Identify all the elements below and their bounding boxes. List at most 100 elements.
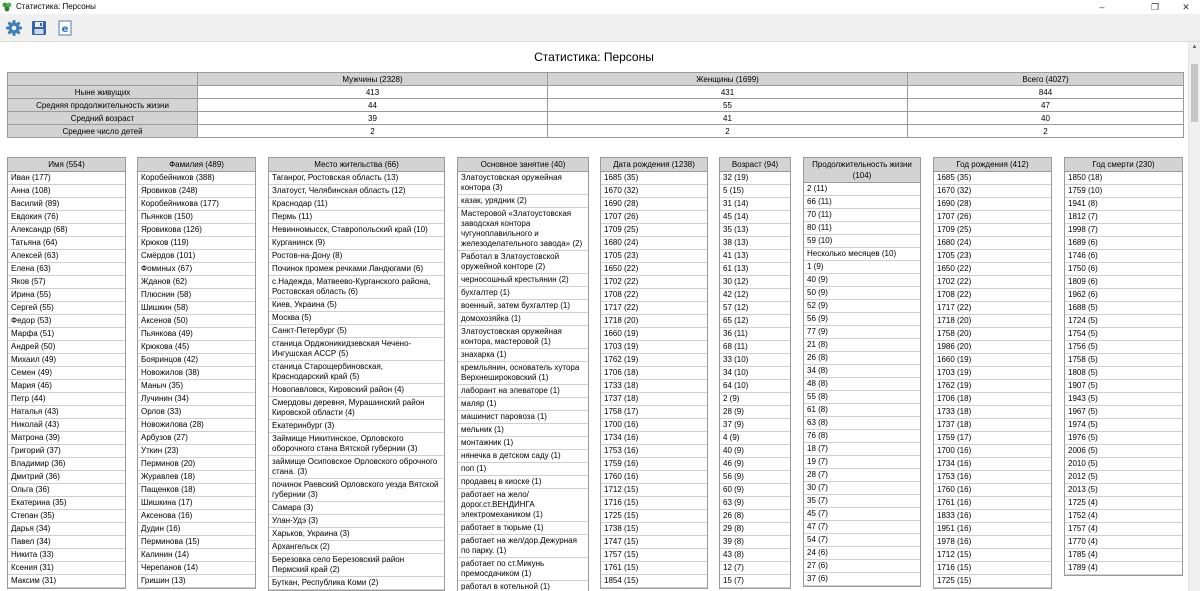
list-item-text: Работал в Златоустовской оружейной конто… [461,252,560,271]
list-item: 57 (12) [720,302,790,315]
list-item: Никита (33) [8,549,125,562]
list-item-text: Яровиков (248) [141,186,198,195]
close-button[interactable]: ✕ [1172,0,1200,14]
birth-year-column: Год рождения (412) 1685 (35) 1670 (32) 1690… [933,157,1052,589]
minimize-button[interactable]: – [1088,0,1116,14]
list-item: 24 (6) [804,547,920,560]
list-item-text: Максим (31) [11,576,57,585]
list-item: Аксенов (50) [138,315,255,328]
title-bar: Статистика: Персоны – ❐ ✕ [0,0,1200,14]
list-item: Мария (46) [8,380,125,393]
summary-cell: 39 [197,111,548,125]
list-item: Алексей (63) [8,250,125,263]
summary-header-row: Мужчины (2328) Женщины (1699) Всего (402… [7,72,1184,86]
list-item-text: Аксенова (16) [141,511,193,520]
list-item-text: работает в тюрьме (1) [461,523,544,532]
list-item: 1650 (22) [601,263,707,276]
list-item: нянечка в детском саду (1) [458,450,588,463]
list-item-text: 4 (9) [723,433,740,442]
list-item: Улан-Удэ (3) [269,515,444,528]
list-item-text: 1750 (6) [1068,264,1098,273]
open-in-browser-button[interactable]: e [56,19,74,37]
list-item: Коробейников (388) [138,172,255,185]
list-item-text: 66 (11) [807,197,832,206]
list-item-text: Екатеринбург (3) [272,421,335,430]
list-item: 1762 (19) [934,380,1051,393]
list-item: 28 (9) [720,406,790,419]
list-item-text: 1759 (16) [604,459,639,468]
list-item: 45 (14) [720,211,790,224]
list-item-text: 1976 (5) [1068,433,1098,442]
list-item: Михаил (49) [8,354,125,367]
list-item: кремльянин, основатель хутора Верхнеширо… [458,362,588,385]
list-item: 1702 (22) [601,276,707,289]
list-item: продавец в киоске (1) [458,476,588,489]
list-item: 63 (9) [720,497,790,510]
list-item-text: 1670 (32) [604,186,639,195]
list-item: Яков (57) [8,276,125,289]
list-item-text: 1962 (6) [1068,290,1098,299]
list-item: знахарка (1) [458,349,588,362]
list-item-text: 45 (14) [723,212,749,221]
save-button[interactable] [30,19,48,37]
list-item-text: Ростов-на-Дону (8) [272,251,343,260]
list-item-text: Займище Никитинское, Орловского оборочно… [272,434,418,453]
list-item: Самара (3) [269,502,444,515]
list-item-text: Курганинск (9) [272,238,326,247]
list-item-text: Буткан, Республика Коми (2) [272,578,379,587]
list-item: Федор (53) [8,315,125,328]
list-item: 1760 (16) [934,484,1051,497]
list-item-text: 1733 (18) [937,407,972,416]
list-item-text: 57 (12) [723,303,749,312]
list-item-text: поп (1) [461,464,487,473]
list-item-text: Петр (44) [11,394,46,403]
summary-cell: 2 [197,124,548,138]
list-item: Мастеровой «Златоустовская заводская кон… [458,208,588,251]
list-item: Маныч (35) [138,380,255,393]
vertical-scrollbar[interactable]: ▲ [1188,42,1200,591]
list-item-text: Наталья (43) [11,407,59,416]
scroll-up-arrow-icon[interactable]: ▲ [1189,42,1200,53]
list-item-text: Коробейников (388) [141,173,215,182]
summary-row-label: Средний возраст [7,111,198,125]
list-item: Шишкин (58) [138,302,255,315]
list-item: 1770 (4) [1065,536,1182,549]
svg-text:e: e [62,24,69,35]
list-item: Киев, Украина (5) [269,299,444,312]
list-item-text: Краснодар (11) [272,199,328,208]
list-item: 40 (9) [804,274,920,287]
list-item-text: 1738 (15) [604,524,639,533]
list-item: 19 (7) [804,456,920,469]
report-view: Статистика: Персоны Мужчины (2328) Женщи… [0,42,1188,591]
summary-row: Среднее число детей 2 2 2 [7,124,1184,138]
list-item: Анна (108) [8,185,125,198]
list-item-text: 1705 (23) [937,251,972,260]
first-name-column: Имя (554) Иван (177) Анна (108) Василий (89… [7,157,126,589]
settings-button[interactable] [5,19,23,37]
list-item: 1974 (5) [1065,419,1182,432]
list-item: 1680 (24) [934,237,1051,250]
list-item: Иван (177) [8,172,125,185]
list-item: 63 (8) [804,417,920,430]
list-item: 1707 (26) [934,211,1051,224]
list-item: 1660 (19) [934,354,1051,367]
list-item: Перминов (20) [138,458,255,471]
list-item: 1680 (24) [601,237,707,250]
list-item-text: 1734 (16) [937,459,972,468]
list-item: 2010 (5) [1065,458,1182,471]
list-item: Андрей (50) [8,341,125,354]
list-item: 33 (10) [720,354,790,367]
list-item: Татьяна (64) [8,237,125,250]
list-item: Пермь (11) [269,211,444,224]
list-item: Москва (5) [269,312,444,325]
list-item-text: 26 (8) [723,511,744,520]
list-item: 47 (7) [804,521,920,534]
list-item: Ростов-на-Дону (8) [269,250,444,263]
summary-cell: 44 [197,98,548,112]
summary-cell: 40 [907,111,1184,125]
list-item: Смёрдов (101) [138,250,255,263]
maximize-button[interactable]: ❐ [1141,0,1169,14]
scroll-thumb[interactable] [1191,64,1198,122]
column-header: Возраст (94) [720,158,790,172]
list-item: 1716 (15) [601,497,707,510]
